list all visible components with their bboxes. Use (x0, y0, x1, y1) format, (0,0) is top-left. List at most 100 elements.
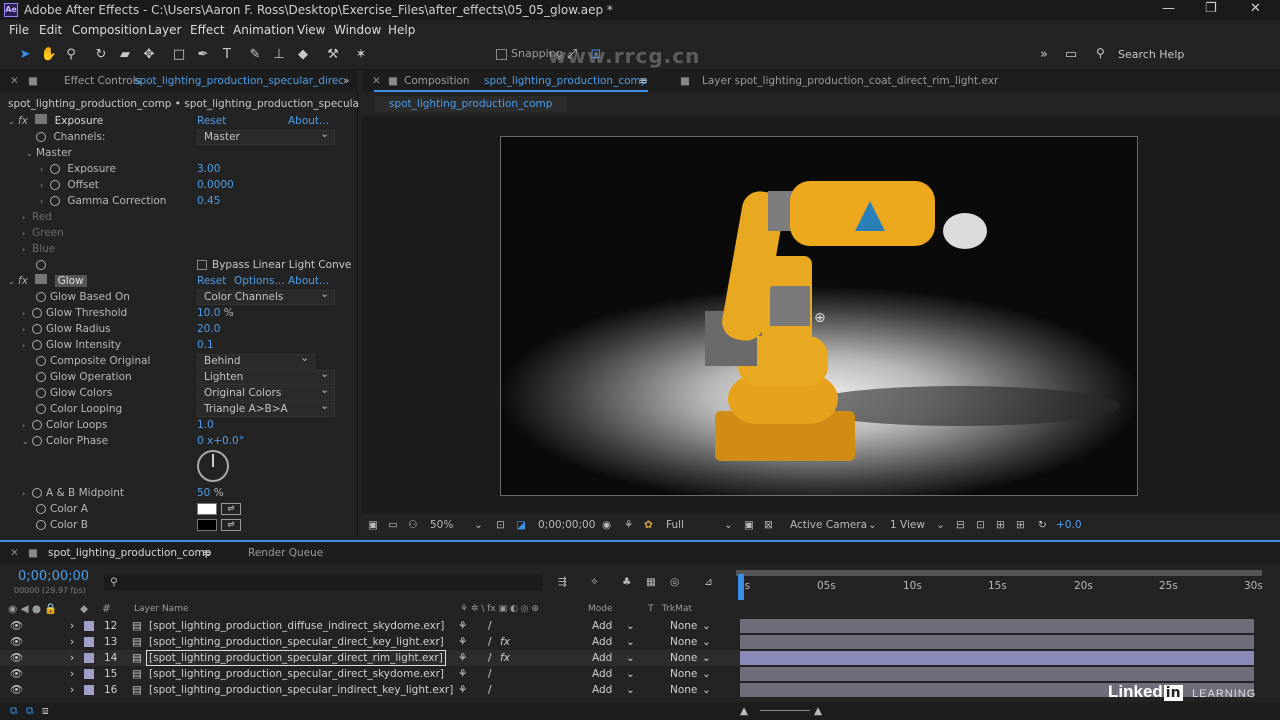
trkmat-chevron-icon[interactable]: ⌄ (702, 618, 711, 634)
search-help-field[interactable]: ⚲ Search Help (1096, 46, 1272, 64)
anchor-point-icon[interactable]: ⊕ (814, 310, 826, 326)
fx-switch-icon[interactable]: fx (500, 634, 510, 650)
time-zoom-slider[interactable] (760, 710, 810, 711)
glow-about-link[interactable]: About... (288, 273, 329, 289)
comp-mini-flowchart-icon[interactable]: ⇶ (558, 574, 567, 590)
panel-menu-icon[interactable]: ≡ (202, 545, 211, 561)
exposure-effect-header[interactable]: ⌄ fx Exposure (8, 113, 103, 129)
exposure-about-link[interactable]: About... (288, 113, 329, 129)
shy-switch-icon[interactable]: ⚘ (458, 618, 467, 634)
quality-switch-icon[interactable]: / (488, 634, 492, 650)
color-a-swatch[interactable] (197, 503, 217, 515)
glow-options-link[interactable]: Options... (234, 273, 285, 289)
reset-exposure-icon[interactable]: ⊡ (976, 517, 985, 533)
shy-switch-icon[interactable]: ⚘ (458, 682, 467, 698)
menu-composition[interactable]: Composition (72, 23, 147, 37)
mode-chevron-icon[interactable]: ⌄ (626, 682, 635, 698)
timeline-comp-tab[interactable]: spot_lighting_production_comp (48, 545, 211, 561)
effect-controls-tab-label[interactable]: Effect Controls (64, 73, 141, 89)
roto-brush-tool-icon[interactable]: ⚒ (324, 46, 342, 64)
gamma-param-value[interactable]: 0.45 (197, 193, 220, 209)
trkmat-chevron-icon[interactable]: ⌄ (702, 650, 711, 666)
puppet-tool-icon[interactable]: ✶ (352, 46, 370, 64)
panel-menu-icon[interactable]: ≡ (639, 73, 648, 89)
current-time[interactable]: 0;00;00;00 (538, 517, 595, 533)
transfer-controls-toggle-icon[interactable]: ⧉ (26, 703, 34, 719)
label-color-swatch[interactable] (84, 637, 94, 647)
label-color-swatch[interactable] (84, 653, 94, 663)
zoom-in-icon[interactable]: ▲ (814, 703, 822, 719)
layer-row[interactable]: 👁 › 15 ▤ [spot_lighting_production_specu… (0, 666, 740, 682)
layer-switches-toggle-icon[interactable]: ⧉ (10, 703, 18, 719)
rotate-tool-icon[interactable]: ↻ (92, 46, 110, 64)
graph-editor-icon[interactable]: ⊿ (704, 574, 713, 590)
glow-colors-dropdown[interactable]: Original Colors (197, 384, 335, 401)
quality-switch-icon[interactable]: / (488, 666, 492, 682)
expand-chevron-icon[interactable]: › (70, 634, 74, 650)
work-area-bar[interactable] (736, 570, 1262, 576)
exposure-reset-link[interactable]: Reset (197, 113, 226, 129)
composite-original-dropdown[interactable]: Behind (197, 352, 315, 369)
composition-navigator-tab[interactable]: spot_lighting_production_comp (374, 96, 568, 112)
label-color-swatch[interactable] (84, 669, 94, 679)
label-color-swatch[interactable] (84, 685, 94, 695)
layer-row-selected[interactable]: 👁 › 14 ▤ [spot_lighting_production_specu… (0, 650, 740, 666)
trkmat-chevron-icon[interactable]: ⌄ (702, 666, 711, 682)
clone-stamp-tool-icon[interactable]: ⊥ (270, 46, 288, 64)
fx-switch-icon[interactable]: fx (500, 650, 510, 666)
blue-group[interactable]: › Blue (22, 241, 55, 257)
quality-switch-icon[interactable]: / (488, 682, 492, 698)
mode-chevron-icon[interactable]: ⌄ (626, 634, 635, 650)
snapping-checkbox[interactable] (496, 49, 507, 60)
master-group[interactable]: ⌄ Master (26, 145, 72, 161)
maximize-button[interactable]: ❐ (1205, 1, 1217, 16)
frame-blending-icon[interactable]: ▦ (646, 574, 656, 590)
menu-help[interactable]: Help (388, 23, 415, 37)
layer-name[interactable]: [spot_lighting_production_specular_direc… (149, 666, 444, 682)
layer-name[interactable]: [spot_lighting_production_specular_direc… (146, 650, 446, 666)
panel-lock-icon[interactable]: ■ (28, 73, 38, 89)
visibility-eye-icon[interactable]: 👁 (10, 666, 23, 682)
trkmat-dropdown[interactable]: None (670, 634, 697, 650)
red-group[interactable]: › Red (22, 209, 52, 225)
always-preview-icon[interactable]: ▣ (368, 517, 378, 533)
menu-effect[interactable]: Effect (190, 23, 225, 37)
mode-chevron-icon[interactable]: ⌄ (626, 666, 635, 682)
stopwatch-icon[interactable] (50, 180, 60, 190)
close-button[interactable]: ✕ (1250, 1, 1261, 16)
midpoint-value[interactable]: 50 % (197, 485, 224, 501)
color-phase-value[interactable]: 0 x+0.0° (197, 433, 244, 449)
workspace-icon[interactable]: ▭ (1062, 46, 1080, 64)
shy-switch-icon[interactable]: ⚘ (458, 634, 467, 650)
color-a-eyedropper-icon[interactable]: ⇌ (221, 503, 241, 515)
shy-layers-icon[interactable]: ♣ (622, 574, 631, 590)
menu-file[interactable]: File (9, 23, 29, 37)
trkmat-dropdown[interactable]: None (670, 666, 697, 682)
mode-dropdown[interactable]: Add (592, 618, 612, 634)
stopwatch-icon[interactable] (50, 196, 60, 206)
glow-radius-value[interactable]: 20.0 (197, 321, 220, 337)
layer-row[interactable]: 👁 › 12 ▤ [spot_lighting_production_diffu… (0, 618, 740, 634)
label-color-swatch[interactable] (84, 621, 94, 631)
quality-switch-icon[interactable]: / (488, 618, 492, 634)
menu-view[interactable]: View (297, 23, 325, 37)
trkmat-chevron-icon[interactable]: ⌄ (702, 634, 711, 650)
glow-based-on-dropdown[interactable]: Color Channels (197, 288, 335, 305)
trkmat-chevron-icon[interactable]: ⌄ (702, 682, 711, 698)
hand-tool-icon[interactable]: ✋ (40, 46, 58, 64)
minimize-button[interactable]: — (1162, 1, 1175, 16)
flowchart-icon[interactable]: ⊞ (996, 517, 1005, 533)
snapshot-camera-icon[interactable]: ◉ (602, 517, 611, 533)
zoom-tool-icon[interactable]: ⚲ (62, 46, 80, 64)
visibility-eye-icon[interactable]: 👁 (10, 682, 23, 698)
visibility-eye-icon[interactable]: 👁 (10, 618, 23, 634)
fast-preview-icon[interactable]: ▣ (744, 517, 754, 533)
shy-switch-icon[interactable]: ⚘ (458, 666, 467, 682)
playhead[interactable] (738, 574, 744, 600)
expand-chevron-icon[interactable]: › (70, 650, 74, 666)
visibility-eye-icon[interactable]: 👁 (10, 634, 23, 650)
trkmat-dropdown[interactable]: None (670, 618, 697, 634)
region-of-interest-icon[interactable]: ◪ (516, 517, 526, 533)
monitor-icon[interactable]: ▭ (388, 517, 398, 533)
camera-dropdown[interactable]: Active Camera (790, 517, 867, 533)
